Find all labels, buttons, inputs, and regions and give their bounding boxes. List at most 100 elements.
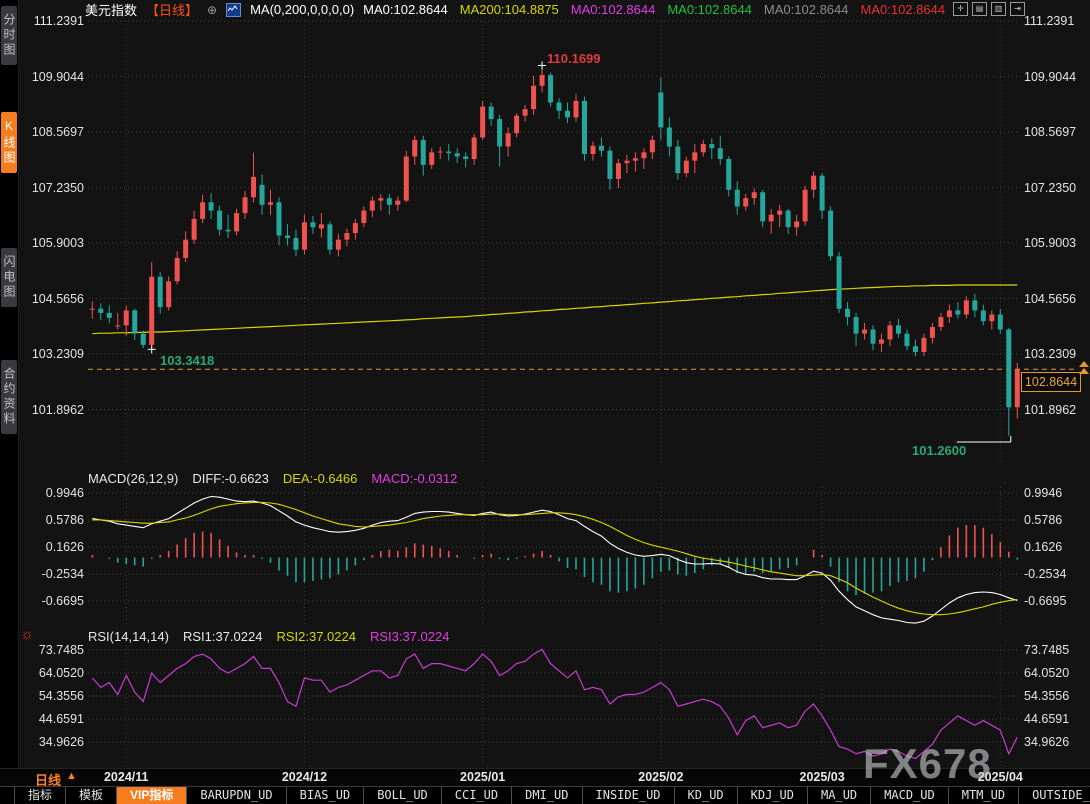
macd-macd-value: MACD:-0.0312 (371, 471, 457, 486)
fx678-watermark: FX678 (863, 740, 992, 788)
rsi-axis-label-right: 64.0520 (1024, 666, 1069, 680)
macd-axis-label-left: -0.6695 (18, 594, 84, 608)
sidebar-tab-1[interactable]: 分时图 (1, 6, 17, 65)
price-axis-label-left: 109.9044 (18, 70, 84, 84)
x-axis-month-label: 2025/03 (800, 770, 845, 784)
rsi-title: RSI(14,14,14) (88, 629, 169, 644)
x-axis-month-label: 2024/12 (282, 770, 327, 784)
x-axis-month-label: 2024/11 (104, 770, 149, 784)
sidebar-tab-2[interactable]: K线图 (1, 112, 17, 173)
ma-value: MA200:104.8875 (460, 2, 559, 17)
price-axis-label-right: 109.9044 (1024, 70, 1076, 84)
pan-icon[interactable]: ✛ (953, 2, 968, 16)
toolbar-tab-8[interactable]: DMI_UD (512, 787, 582, 804)
price-axis-label-right: 105.9003 (1024, 236, 1076, 250)
ma-values: MA0:102.8644 MA200:104.8875 MA0:102.8644 MA… (363, 2, 945, 17)
last-price-box[interactable]: 102.8644 (1021, 372, 1081, 392)
ma-value: MA0:102.8644 (571, 2, 656, 17)
toolbar-tab-14[interactable]: MTM_UD (949, 787, 1019, 804)
toolbar-tab-4[interactable]: BARUPDN_UD (187, 787, 286, 804)
toolbar-tab-1[interactable]: 指标 (14, 787, 66, 804)
macd-axis-label-right: 0.1626 (1024, 540, 1062, 554)
macd-axis-label-left: 0.1626 (18, 540, 84, 554)
ma-value: MA0:102.8644 (667, 2, 752, 17)
rsi-axis-label-right: 54.3556 (1024, 689, 1069, 703)
toolbar-tab-9[interactable]: INSIDE_UD (583, 787, 675, 804)
rsi-axis-label-left: 73.7485 (18, 643, 84, 657)
sidebar-tab-3[interactable]: 闪电图 (1, 248, 17, 307)
rsi2-value: RSI2:37.0224 (276, 629, 356, 644)
rsi-axis-label-left: 54.3556 (18, 689, 84, 703)
macd-axis-label-right: -0.2534 (1024, 567, 1066, 581)
exit-window-icon[interactable]: ⇥ (1010, 2, 1025, 16)
rsi-axis-label-right: 73.7485 (1024, 643, 1069, 657)
macd-axis-label-right: 0.5786 (1024, 513, 1062, 527)
high-price-annotation: 110.1699 (547, 51, 601, 66)
indicator-toolbar: 指标模板VIP指标BARUPDN_UDBIAS_UDBOLL_UDCCI_UDD… (0, 786, 1090, 804)
toolbar-tab-6[interactable]: BOLL_UD (364, 787, 442, 804)
price-axis-label-left: 101.8962 (18, 403, 84, 417)
rsi-axis-label-right: 34.9626 (1024, 735, 1069, 749)
price-axis-label-left: 111.2391 (18, 14, 84, 28)
candlestick-chart-canvas[interactable] (0, 0, 1090, 768)
toolbar-tab-12[interactable]: MA_UD (808, 787, 871, 804)
window-controls: ✛ ▤ ▥ ⇥ (953, 2, 1025, 16)
price-axis-label-right: 107.2350 (1024, 181, 1076, 195)
macd-axis-label-left: 0.5786 (18, 513, 84, 527)
toolbar-tab-5[interactable]: BIAS_UD (287, 787, 365, 804)
period-tag[interactable]: 【日线】 (146, 0, 198, 19)
price-axis-label-right: 108.5697 (1024, 125, 1076, 139)
rsi-axis-label-left: 34.9626 (18, 735, 84, 749)
chart-header: 美元指数 【日线】 ⊕ MA(0,200,0,0,0,0) MA0:102.86… (85, 1, 945, 18)
toolbar-tab-11[interactable]: KDJ_UD (738, 787, 808, 804)
zoom-vertical-icon[interactable]: ▤ (972, 2, 987, 16)
price-axis-label-right: 103.2309 (1024, 347, 1076, 361)
ma-formula: MA(0,200,0,0,0,0) (250, 2, 354, 17)
price-axis-label-right: 101.8962 (1024, 403, 1076, 417)
period-dropdown-arrow-icon[interactable]: ▲ (66, 770, 77, 782)
price-axis-label-left: 105.9003 (18, 236, 84, 250)
toolbar-tab-2[interactable]: 模板 (66, 787, 117, 804)
price-axis-label-right: 111.2391 (1024, 14, 1074, 28)
macd-axis-label-left: -0.2534 (18, 567, 84, 581)
ma-value: MA0:102.8644 (764, 2, 849, 17)
add-indicator-icon[interactable]: ⊕ (207, 3, 217, 17)
november-low-annotation: 103.3418 (160, 353, 214, 368)
april-low-annotation: 101.2600 (912, 443, 966, 458)
price-axis-label-right: 104.5656 (1024, 292, 1076, 306)
rsi-axis-label-left: 44.6591 (18, 712, 84, 726)
ma-value: MA0:102.8644 (861, 2, 946, 17)
symbol-name: 美元指数 (85, 0, 137, 19)
price-axis-label-left: 103.2309 (18, 347, 84, 361)
rsi-axis-label-left: 64.0520 (18, 666, 84, 680)
ma-value: MA0:102.8644 (363, 2, 448, 17)
toolbar-tab-3[interactable]: VIP指标 (117, 787, 187, 804)
chart-application-window: { "header": { "symbol": "美元指数", "period_… (0, 0, 1090, 804)
zoom-horizontal-icon[interactable]: ▥ (991, 2, 1006, 16)
sidebar: 分时图 K线图闪电图合约资料 (0, 0, 19, 768)
macd-diff-value: DIFF:-0.6623 (192, 471, 269, 486)
macd-title: MACD(26,12,9) (88, 471, 178, 486)
rsi3-value: RSI3:37.0224 (370, 629, 450, 644)
scroll-to-latest-icon[interactable] (1079, 361, 1089, 375)
price-axis-label-left: 108.5697 (18, 125, 84, 139)
toolbar-tab-10[interactable]: KD_UD (675, 787, 738, 804)
price-axis-label-left: 104.5656 (18, 292, 84, 306)
indicator-line-icon (226, 3, 241, 17)
toolbar-tab-13[interactable]: MACD_UD (871, 787, 949, 804)
x-axis-month-label: 2025/01 (460, 770, 505, 784)
rsi-panel-title: RSI(14,14,14) RSI1:37.0224 RSI2:37.0224 … (88, 629, 449, 644)
macd-panel-title: MACD(26,12,9) DIFF:-0.6623 DEA:-0.6466 M… (88, 471, 457, 486)
toolbar-tab-15[interactable]: OUTSIDE_UD (1019, 787, 1090, 804)
rsi1-value: RSI1:37.0224 (183, 629, 263, 644)
macd-axis-label-right: 0.9946 (1024, 486, 1062, 500)
price-axis-label-left: 107.2350 (18, 181, 84, 195)
rsi-axis-label-right: 44.6591 (1024, 712, 1069, 726)
macd-axis-label-right: -0.6695 (1024, 594, 1066, 608)
sidebar-tab-4[interactable]: 合约资料 (1, 360, 17, 434)
panel-settings-icon[interactable]: ☼ (20, 627, 34, 643)
macd-axis-label-left: 0.9946 (18, 486, 84, 500)
x-axis-month-label: 2025/02 (638, 770, 683, 784)
toolbar-tab-7[interactable]: CCI_UD (442, 787, 512, 804)
macd-dea-value: DEA:-0.6466 (283, 471, 357, 486)
